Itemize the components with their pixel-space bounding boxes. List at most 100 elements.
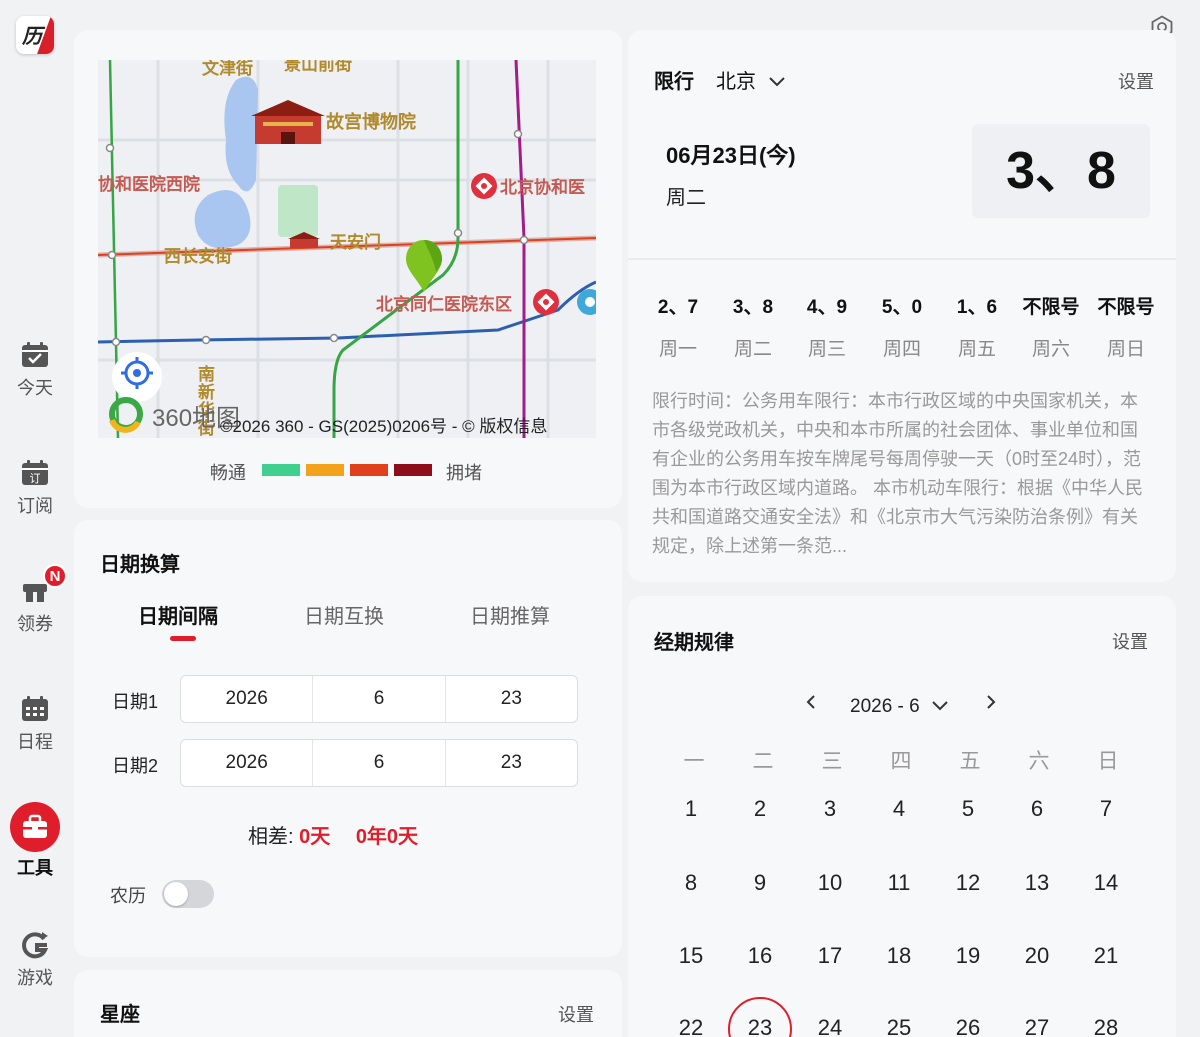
calendar-grid-icon xyxy=(18,692,52,726)
map-label-hospital: 协和医院西院 xyxy=(98,175,200,194)
calendar-day[interactable]: 8 xyxy=(661,870,721,896)
calendar-subscribe-icon: 订 xyxy=(18,456,52,490)
week-day-label: 周五 xyxy=(957,339,996,360)
diff-label: 相差: xyxy=(248,826,294,848)
map-label-hospital: 北京同仁医院东区 xyxy=(376,295,512,314)
map-label-hospital: 北京协和医 xyxy=(500,178,585,197)
traffic-map[interactable]: 文津街 景山前街 故宫博物院 协和医院西院 北京协和医 西长安街 天安门 北京同… xyxy=(98,60,596,438)
tab-underline xyxy=(170,636,196,641)
calendar-day[interactable]: 7 xyxy=(1076,796,1136,822)
date2-day[interactable]: 23 xyxy=(446,740,577,786)
calendar-day[interactable]: 14 xyxy=(1076,870,1136,896)
tab-date-calc[interactable]: 日期推算 xyxy=(470,600,550,629)
map-label-street: 西长安街 xyxy=(164,247,232,266)
calendar-day[interactable]: 25 xyxy=(869,1015,929,1037)
sidebar-item-game[interactable]: 游戏 xyxy=(0,928,70,990)
calendar-day-today[interactable]: 23 xyxy=(730,1015,790,1037)
prev-month-button[interactable] xyxy=(804,694,818,716)
sidebar-item-tools[interactable]: 工具 xyxy=(0,802,70,880)
calendar-day[interactable]: 4 xyxy=(869,796,929,822)
calendar-day[interactable]: 27 xyxy=(1007,1015,1067,1037)
map-copyright[interactable]: ©2026 360 - GS(2025)0206号 - © 版权信息 xyxy=(220,412,547,437)
diff-years-days: 0年0天 xyxy=(355,826,419,848)
calendar-weekday-header: 三 xyxy=(821,750,843,773)
city-selector[interactable]: 北京 xyxy=(716,65,786,94)
date2-picker[interactable]: 2026 6 23 xyxy=(180,739,578,787)
date2-year[interactable]: 2026 xyxy=(181,740,314,786)
month-selector[interactable]: 2026 - 6 xyxy=(850,696,949,718)
sidebar-item-subscribe[interactable]: 订 订阅 xyxy=(0,456,70,518)
week-day-label: 周三 xyxy=(807,339,846,360)
date1-day[interactable]: 23 xyxy=(446,676,577,722)
calendar-day[interactable]: 22 xyxy=(661,1015,721,1037)
date-calc-title: 日期换算 xyxy=(100,554,180,576)
date2-month[interactable]: 6 xyxy=(313,740,446,786)
zodiac-card xyxy=(74,970,622,1037)
week-plate-numbers: 不限号 xyxy=(1097,297,1155,318)
calendar-day[interactable]: 24 xyxy=(800,1015,860,1037)
period-title: 经期规律 xyxy=(654,632,734,654)
calendar-day[interactable]: 18 xyxy=(869,943,929,969)
calendar-day[interactable]: 20 xyxy=(1007,943,1067,969)
restriction-weekday: 周二 xyxy=(666,187,706,209)
calendar-day[interactable]: 13 xyxy=(1007,870,1067,896)
date2-label: 日期2 xyxy=(112,756,159,776)
next-month-button[interactable] xyxy=(984,694,998,716)
calendar-day[interactable]: 9 xyxy=(730,870,790,896)
calendar-day[interactable]: 19 xyxy=(938,943,998,969)
month-label: 2026 - 6 xyxy=(850,696,920,717)
calendar-day[interactable]: 6 xyxy=(1007,796,1067,822)
zodiac-title: 星座 xyxy=(100,1004,140,1026)
calendar-day[interactable]: 10 xyxy=(800,870,860,896)
week-day-label: 周二 xyxy=(733,339,772,360)
week-plate-numbers: 1、6 xyxy=(956,297,998,318)
legend-swatch xyxy=(394,464,432,476)
calendar-day[interactable]: 21 xyxy=(1076,943,1136,969)
map-label-street: 文津街 xyxy=(202,60,253,78)
game-icon xyxy=(18,928,52,962)
restriction-description[interactable]: 限行时间：公务用车限行：本市行政区域的中央国家机关，本市各级党政机关，中央和本市… xyxy=(652,387,1154,561)
new-badge: N xyxy=(43,564,67,588)
date-difference: 相差: 0天 0年0天 xyxy=(248,820,418,849)
chevron-down-icon xyxy=(768,77,785,87)
week-plate-numbers: 不限号 xyxy=(1022,297,1080,318)
chevron-left-icon xyxy=(806,695,815,709)
svg-text:订: 订 xyxy=(30,472,41,485)
week-day-label: 周一 xyxy=(658,339,697,360)
legend-swatch xyxy=(262,464,300,476)
restriction-date: 06月23日(今) xyxy=(666,143,796,168)
calendar-weekday-header: 日 xyxy=(1097,750,1119,773)
zodiac-settings-link[interactable]: 设置 xyxy=(558,1001,594,1027)
calendar-day[interactable]: 28 xyxy=(1076,1015,1136,1037)
calendar-day[interactable]: 11 xyxy=(869,870,929,896)
calendar-weekday-header: 四 xyxy=(890,750,912,773)
calendar-day[interactable]: 5 xyxy=(938,796,998,822)
restriction-title: 限行 xyxy=(654,71,694,93)
calendar-day[interactable]: 3 xyxy=(800,796,860,822)
week-plate-numbers: 4、9 xyxy=(806,297,848,318)
sidebar-item-schedule[interactable]: 日程 xyxy=(0,692,70,754)
period-settings-link[interactable]: 设置 xyxy=(1112,628,1148,654)
calendar-day[interactable]: 26 xyxy=(938,1015,998,1037)
sidebar-item-today[interactable]: 今天 xyxy=(0,338,70,400)
week-day-label: 周四 xyxy=(882,339,921,360)
week-plate-numbers: 3、8 xyxy=(732,297,774,318)
date1-month[interactable]: 6 xyxy=(313,676,446,722)
calendar-day[interactable]: 15 xyxy=(661,943,721,969)
calendar-day[interactable]: 2 xyxy=(730,796,790,822)
restriction-settings-link[interactable]: 设置 xyxy=(1118,68,1154,94)
sidebar-item-coupon[interactable]: 领券 N xyxy=(0,564,70,636)
calendar-day[interactable]: 12 xyxy=(938,870,998,896)
map-label-tiananmen: 天安门 xyxy=(330,233,381,252)
legend-swatch xyxy=(350,464,388,476)
date1-picker[interactable]: 2026 6 23 xyxy=(180,675,578,723)
lunar-toggle[interactable] xyxy=(162,880,214,908)
legend-smooth: 畅通 xyxy=(210,463,246,483)
tab-date-convert[interactable]: 日期互换 xyxy=(304,600,384,629)
date1-year[interactable]: 2026 xyxy=(181,676,314,722)
calendar-day[interactable]: 16 xyxy=(730,943,790,969)
tab-date-interval[interactable]: 日期间隔 xyxy=(138,600,218,629)
calendar-day[interactable]: 17 xyxy=(800,943,860,969)
calendar-weekday-header: 六 xyxy=(1028,750,1050,773)
calendar-day[interactable]: 1 xyxy=(661,796,721,822)
